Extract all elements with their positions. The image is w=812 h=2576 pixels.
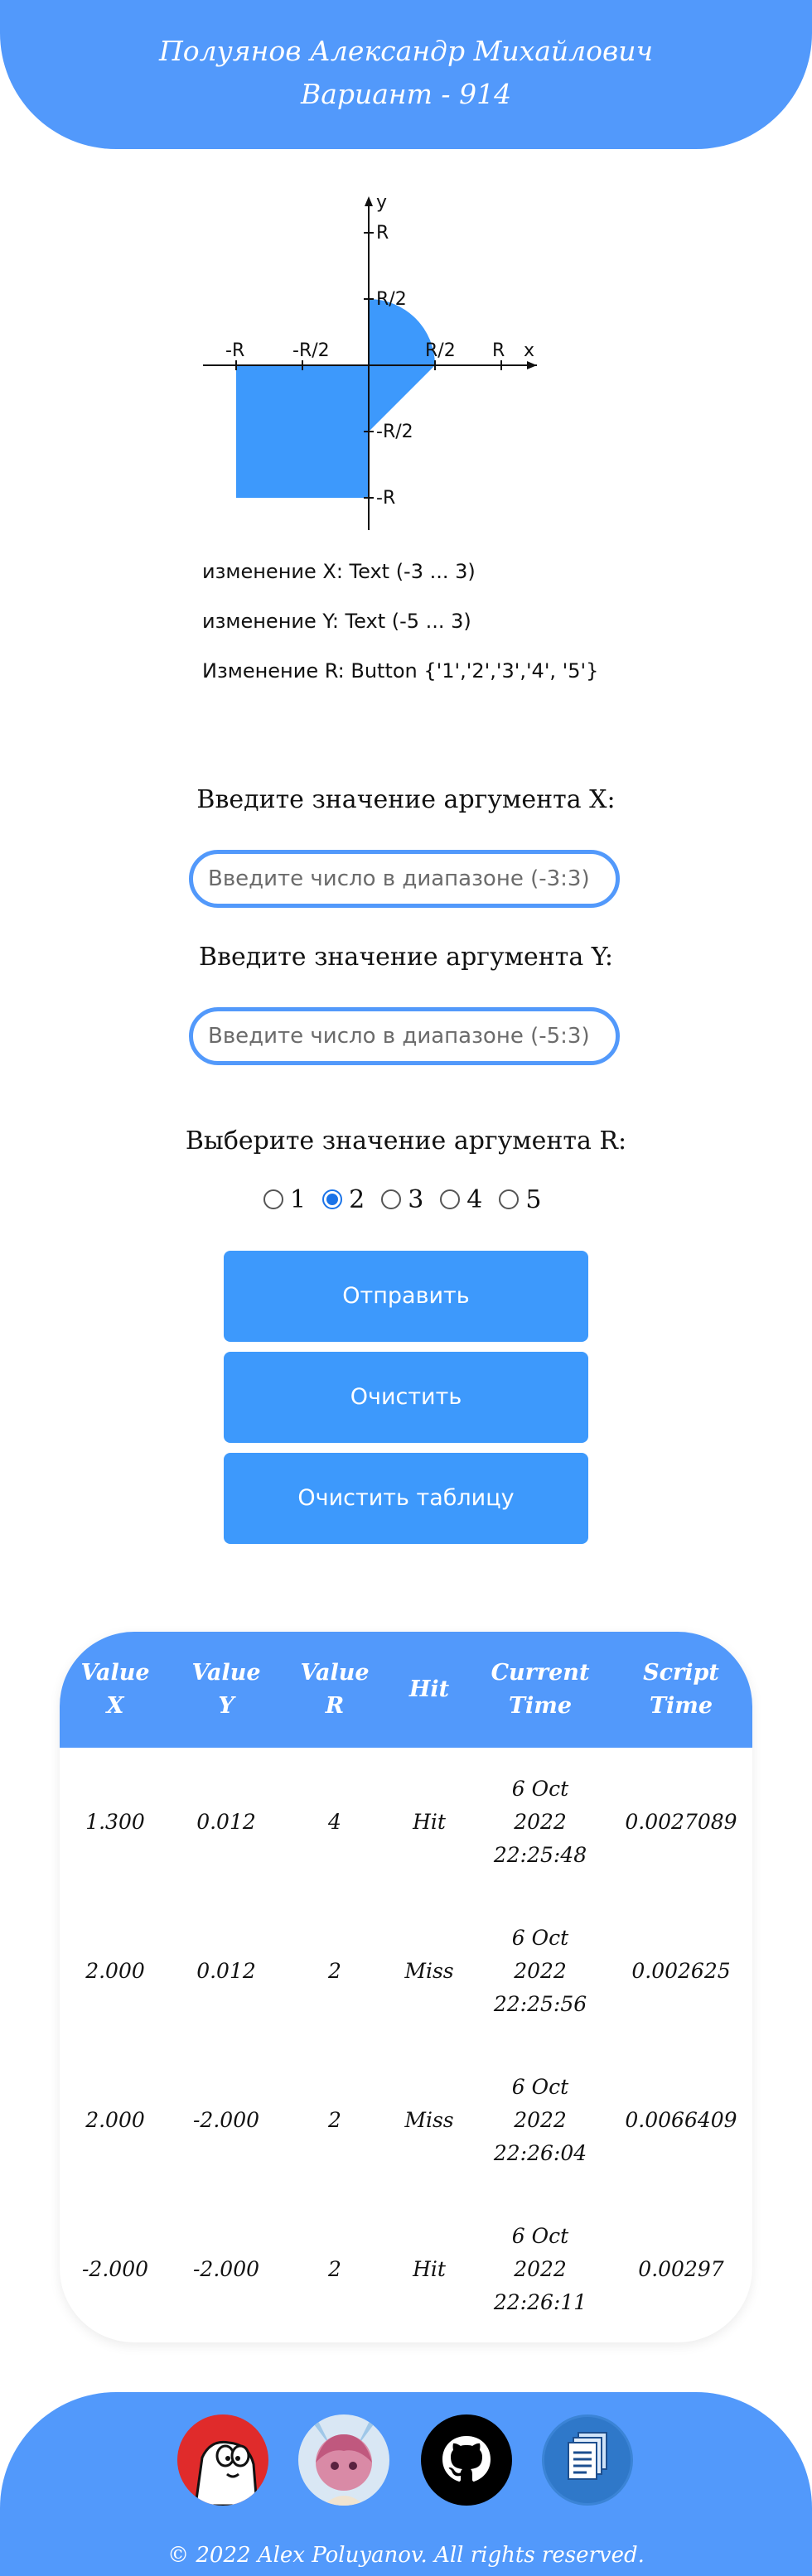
header-current-time: Current Time (491, 1660, 590, 1719)
cell-script-time: 0.002625 (631, 1959, 731, 1983)
cell-x: 2.000 (85, 1959, 145, 1983)
info-r-range: Изменение R: Button {'1','2','3','4', '5… (202, 659, 599, 683)
cell-current-time: 6 Oct 2022 22:26:11 (493, 2224, 587, 2314)
cell-script-time: 0.0066409 (625, 2108, 737, 2132)
cell-r: 2 (328, 1959, 341, 1983)
radio-button[interactable] (381, 1189, 402, 1209)
r-option-3[interactable]: 3 (381, 1185, 423, 1214)
clear-button[interactable]: Очистить (224, 1352, 588, 1443)
radio-button[interactable] (440, 1189, 461, 1209)
anime-avatar-icon[interactable] (298, 2414, 389, 2506)
header-value-x: Value X (80, 1660, 150, 1719)
x-input[interactable] (189, 850, 620, 908)
cell-y: -2.000 (192, 2108, 260, 2132)
header-script-time: Script Time (643, 1660, 719, 1719)
results-table: Value X Value Y Value R Hit Current Time Scr… (60, 1632, 752, 2342)
cell-current-time: 6 Oct 2022 22:25:48 (493, 1777, 587, 1867)
tick-y-minus-half-r: -R/2 (376, 422, 413, 442)
cell-r: 2 (328, 2257, 341, 2281)
r-option-2[interactable]: 2 (322, 1185, 365, 1214)
tick-x-half-r: R/2 (425, 340, 456, 361)
radio-button[interactable] (499, 1189, 520, 1209)
tick-y-r: R (376, 223, 389, 244)
header-hit: Hit (408, 1676, 450, 1702)
y-axis-label: y (376, 192, 387, 213)
cell-script-time: 0.0027089 (625, 1810, 737, 1834)
area-graph[interactable]: x y -R -R/2 R/2 R R R/2 -R/2 -R (191, 186, 555, 538)
tick-y-minus-r: -R (376, 488, 395, 509)
cell-current-time: 6 Oct 2022 22:26:04 (493, 2075, 587, 2165)
r-option-1[interactable]: 1 (263, 1185, 306, 1214)
clear-table-button[interactable]: Очистить таблицу (224, 1453, 588, 1544)
cat-avatar-icon[interactable] (177, 2414, 268, 2506)
r-option-label: 3 (408, 1184, 424, 1214)
x-input-label: Введите значение аргумента X: (196, 785, 616, 814)
radio-button-selected[interactable] (322, 1189, 343, 1209)
cell-hit: Hit (413, 2257, 446, 2281)
cell-current-time: 6 Oct 2022 22:25:56 (493, 1926, 587, 2016)
x-axis-label: x (524, 340, 534, 361)
info-y-range: изменение Y: Text (-5 ... 3) (202, 610, 471, 633)
y-input[interactable] (189, 1007, 620, 1065)
docs-icon[interactable] (542, 2414, 633, 2506)
cell-x: 2.000 (85, 2108, 145, 2132)
cell-hit: Miss (404, 2108, 454, 2132)
y-input-label: Введите значение аргумента Y: (199, 943, 613, 972)
github-icon[interactable] (421, 2414, 512, 2506)
page-header: Полуянов Александр Михайлович Вариант - … (0, 0, 812, 149)
cell-hit: Miss (404, 1959, 454, 1983)
submit-button[interactable]: Отправить (224, 1251, 588, 1342)
r-option-5[interactable]: 5 (499, 1185, 541, 1214)
header-value-r: Value R (300, 1660, 370, 1719)
cell-r: 4 (328, 1810, 341, 1834)
r-option-label: 4 (466, 1184, 483, 1214)
radio-button[interactable] (263, 1189, 283, 1209)
cell-y: 0.012 (196, 1810, 256, 1834)
author-name: Полуянов Александр Михайлович (158, 35, 654, 67)
cell-y: 0.012 (196, 1959, 256, 1983)
r-select-label: Выберите значение аргумента R: (185, 1126, 627, 1155)
tick-x-minus-r: -R (225, 340, 244, 361)
r-option-label: 5 (525, 1184, 542, 1214)
copyright-text: © 2022 Alex Poluyanov. All rights reserv… (167, 2543, 645, 2568)
cell-x: -2.000 (81, 2257, 149, 2281)
variant-label: Вариант - 914 (300, 78, 512, 110)
cell-y: -2.000 (192, 2257, 260, 2281)
area-rectangle (236, 365, 369, 498)
cell-hit: Hit (413, 1810, 446, 1834)
cell-x: 1.300 (85, 1810, 145, 1834)
r-option-4[interactable]: 4 (440, 1185, 482, 1214)
cell-script-time: 0.00297 (638, 2257, 724, 2281)
tick-x-minus-half-r: -R/2 (292, 340, 330, 361)
cell-r: 2 (328, 2108, 341, 2132)
r-option-label: 2 (349, 1184, 365, 1214)
tick-x-r: R (492, 340, 505, 361)
y-axis-arrow (365, 196, 373, 206)
info-x-range: изменение X: Text (-3 ... 3) (202, 560, 476, 583)
x-axis-arrow (527, 361, 537, 369)
r-radio-group: 1 2 3 4 5 (263, 1183, 558, 1216)
tick-y-half-r: R/2 (376, 289, 407, 310)
table-header: Value X Value Y Value R Hit Current Time Scr… (60, 1632, 752, 1748)
r-option-label: 1 (290, 1184, 307, 1214)
header-value-y: Value Y (191, 1660, 261, 1719)
